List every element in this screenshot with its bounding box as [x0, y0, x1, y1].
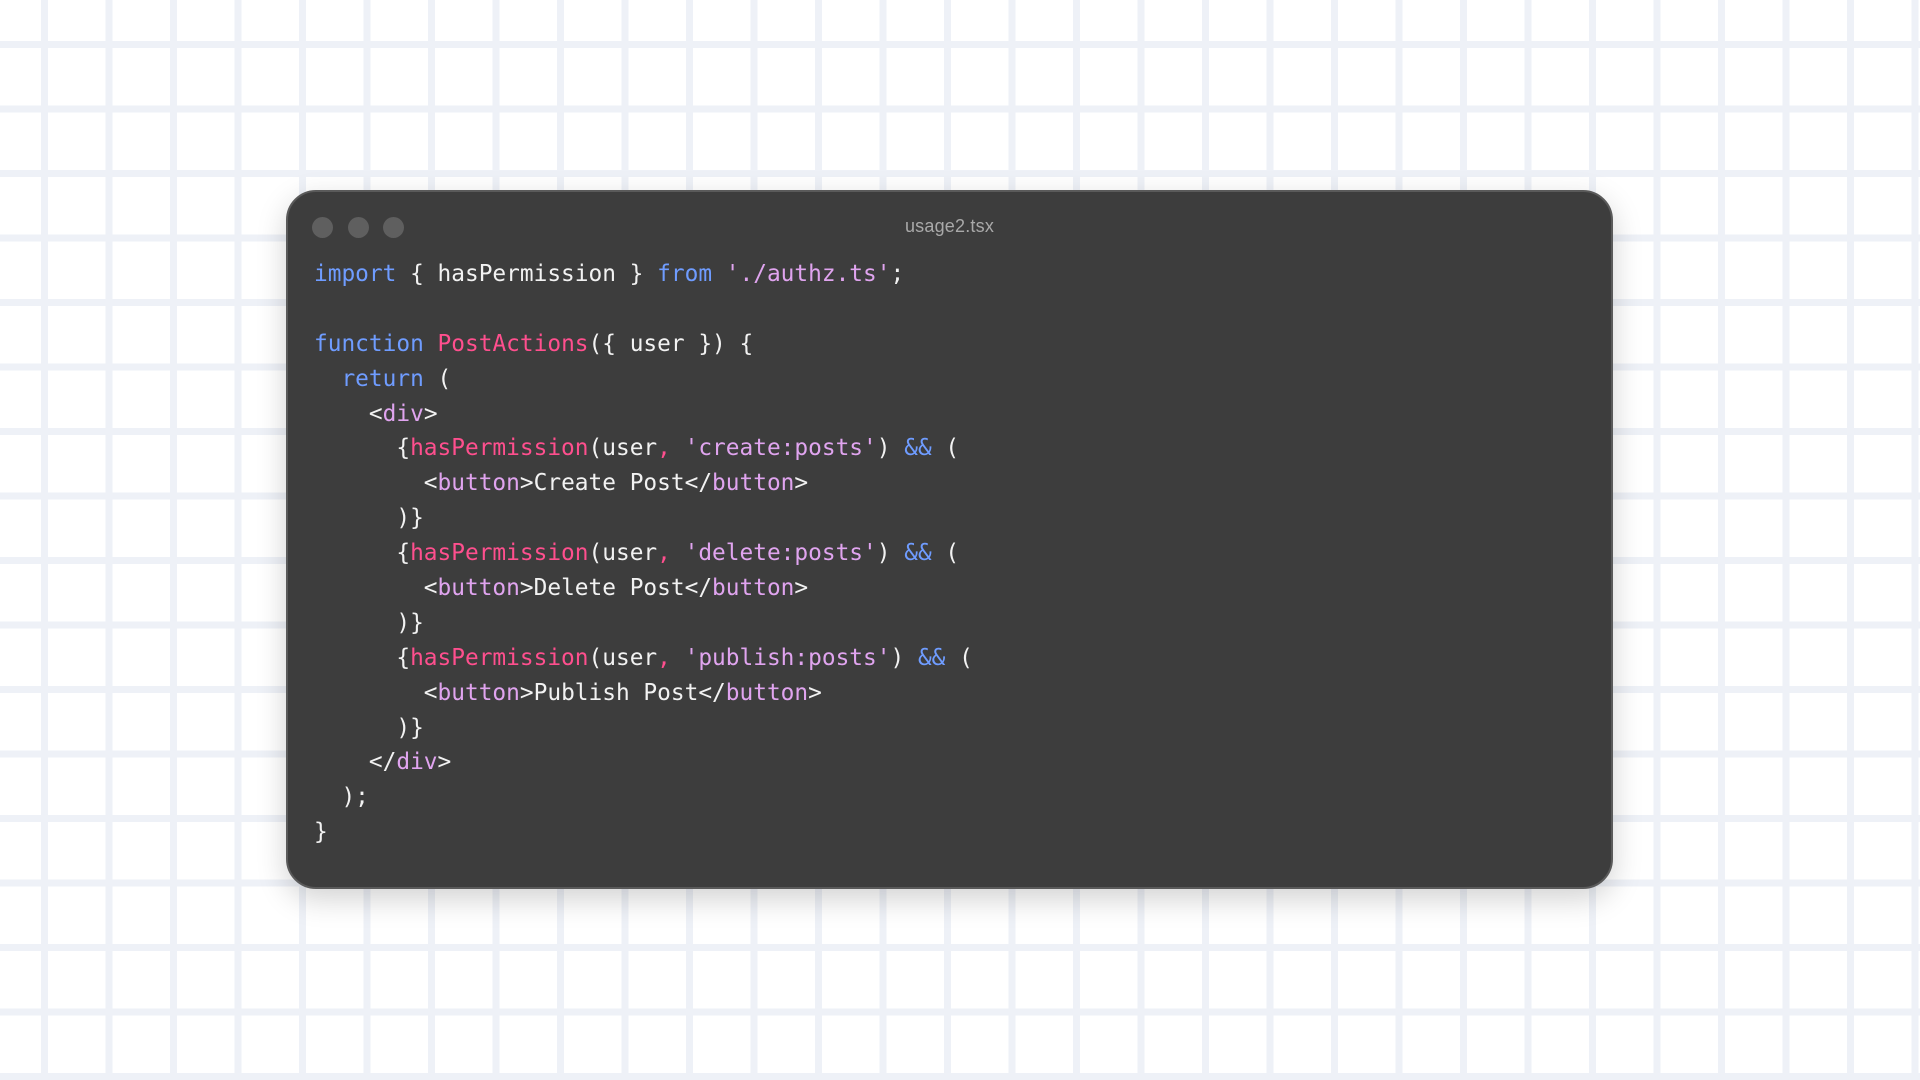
code-token: 'publish:posts' [684, 644, 891, 671]
code-token: >Delete Post</ [519, 575, 713, 602]
code-line: import { hasPermission } from './authz.t… [314, 257, 973, 292]
code-token: ( [945, 644, 973, 671]
code-token: , [657, 435, 671, 462]
code-line: )} [314, 501, 973, 536]
code-token: (user [588, 435, 658, 462]
code-token: hasPermission [410, 644, 589, 671]
code-line: <button>Publish Post</button> [314, 676, 973, 711]
code-token: return [341, 365, 424, 392]
code-token: , [657, 540, 671, 567]
code-token: )} [314, 505, 424, 532]
code-token: div [382, 400, 424, 427]
code-token: button [712, 470, 795, 497]
code-token: { [314, 644, 411, 671]
code-token: )} [314, 714, 424, 741]
code-token: >Create Post</ [519, 470, 713, 497]
code-token: { [314, 540, 411, 567]
code-token: button [437, 470, 520, 497]
code-line: function PostActions({ user }) { [314, 327, 973, 362]
code-token: PostActions [437, 330, 589, 357]
window-title: usage2.tsx [904, 216, 995, 236]
code-token: < [314, 400, 383, 427]
code-line: <button>Delete Post</button> [314, 571, 973, 606]
code-token: ) [890, 644, 918, 671]
code-token: )} [314, 609, 424, 636]
code-token: > [794, 470, 809, 497]
code-token: > [437, 749, 452, 776]
code-token: </ [314, 749, 397, 776]
code-token: './authz.ts' [725, 261, 891, 287]
code-token: > [794, 575, 809, 602]
code-token: 'delete:posts' [684, 540, 877, 567]
code-token: button [712, 575, 795, 602]
code-window: usage2.tsx import { hasPermission } from… [286, 190, 1613, 889]
code-token: import [314, 261, 397, 287]
code-block[interactable]: import { hasPermission } from './authz.t… [314, 257, 973, 850]
code-token: { [314, 435, 411, 462]
code-token: function [314, 330, 424, 357]
code-line: ​ [314, 292, 973, 327]
code-token: (user [588, 540, 658, 567]
code-line: ); [314, 780, 973, 815]
code-token: from [657, 261, 713, 287]
code-token: && [917, 644, 946, 671]
code-token: ( [423, 365, 452, 392]
code-token: < [314, 470, 438, 497]
code-token: hasPermission [410, 435, 589, 462]
code-line: {hasPermission(user, 'publish:posts') &&… [314, 641, 973, 676]
code-token: { hasPermission } [396, 261, 658, 287]
code-token: button [437, 575, 520, 602]
code-token: ( [931, 435, 960, 462]
code-token: ({ user }) { [588, 330, 754, 357]
code-token: hasPermission [410, 540, 589, 567]
code-token: < [314, 575, 438, 602]
code-token: > [808, 679, 822, 706]
code-token: button [437, 679, 520, 706]
code-token: (user [588, 644, 658, 671]
code-line: {hasPermission(user, 'delete:posts') && … [314, 536, 973, 571]
code-line: {hasPermission(user, 'create:posts') && … [314, 431, 973, 466]
code-line: } [314, 815, 973, 850]
code-token: button [725, 679, 809, 706]
code-token: < [314, 679, 438, 706]
code-token: ) [876, 540, 905, 567]
code-token: && [904, 540, 932, 567]
code-line: return ( [314, 362, 973, 397]
code-token: > [423, 400, 438, 427]
code-token: , [657, 644, 671, 671]
code-token: ) [876, 435, 905, 462]
code-token: ( [931, 540, 960, 567]
code-line: <div> [314, 397, 973, 432]
code-token: >Publish Post</ [519, 679, 726, 706]
code-token: ); [314, 784, 369, 811]
code-token: div [396, 749, 438, 776]
code-line: <button>Create Post</button> [314, 466, 973, 501]
code-token: } [314, 819, 328, 846]
code-line: )} [314, 711, 973, 746]
code-line: </div> [314, 745, 973, 780]
code-token: ; [890, 261, 905, 287]
code-token: 'create:posts' [684, 435, 877, 462]
code-token: && [904, 435, 932, 462]
code-line: )} [314, 606, 973, 641]
